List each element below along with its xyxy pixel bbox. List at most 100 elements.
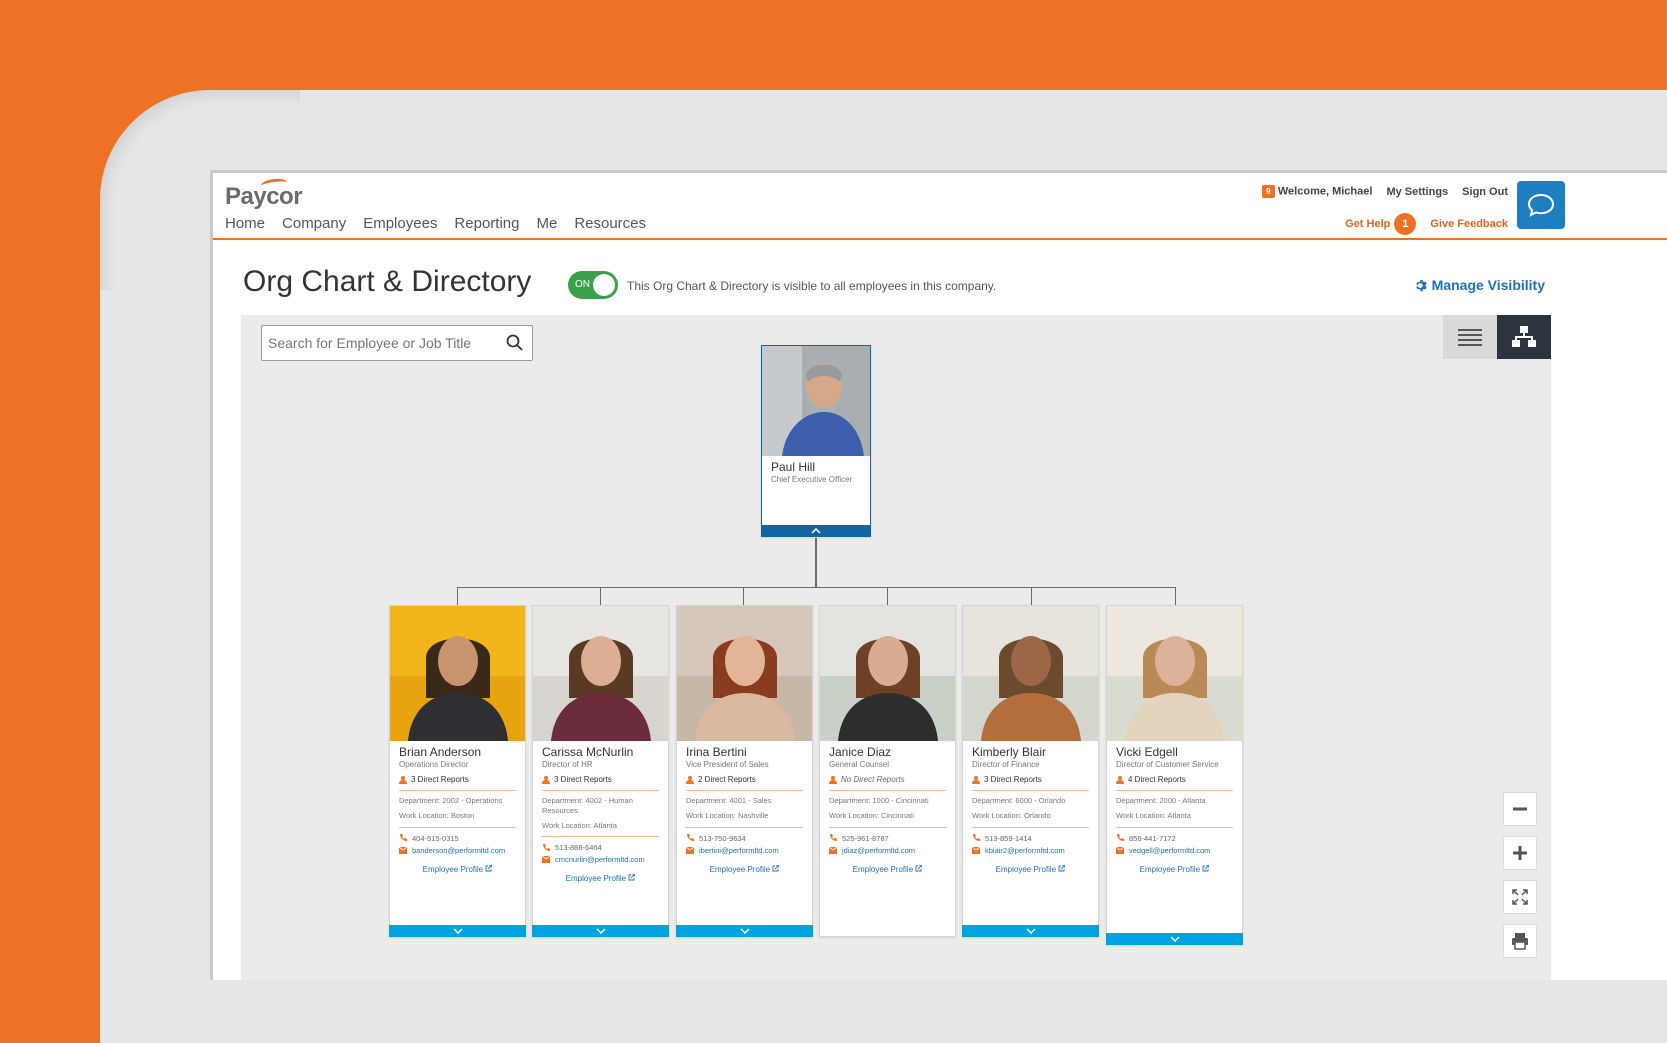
employee-card[interactable]: Brian Anderson Operations Director 3 Direc…	[389, 605, 526, 937]
nav-reporting[interactable]: Reporting	[454, 215, 519, 232]
employee-profile-link[interactable]: Employee Profile	[390, 855, 525, 874]
employee-email[interactable]: jdiaz@performltd.com	[820, 843, 955, 855]
zoom-out-button[interactable]	[1503, 792, 1537, 826]
direct-reports-count[interactable]: 3 Direct Reports	[963, 769, 1098, 784]
employee-card[interactable]: Carissa McNurlin Director of HR 3 Direct R…	[532, 605, 669, 937]
person-icon	[542, 775, 550, 784]
employee-photo	[820, 606, 955, 741]
tree-view-icon	[1512, 326, 1536, 347]
welcome-link[interactable]: 9 Welcome, Michael	[1261, 185, 1372, 198]
employee-profile-link[interactable]: Employee Profile	[1107, 855, 1242, 874]
chat-button[interactable]	[1517, 181, 1565, 229]
expand-button[interactable]	[532, 925, 669, 937]
my-settings-link[interactable]: My Settings	[1386, 186, 1448, 198]
employee-profile-link[interactable]: Employee Profile	[820, 855, 955, 874]
direct-reports-count[interactable]: 3 Direct Reports	[533, 769, 668, 784]
connector-drop-2	[600, 587, 601, 605]
direct-reports-count[interactable]: 2 Direct Reports	[677, 769, 812, 784]
fit-screen-button[interactable]	[1503, 880, 1537, 914]
manage-visibility-link[interactable]: Manage Visibility	[1415, 277, 1545, 293]
direct-reports-count[interactable]: 3 Direct Reports	[390, 769, 525, 784]
get-help-link[interactable]: Get Help 1	[1345, 213, 1417, 235]
chevron-down-icon	[1169, 936, 1180, 942]
employee-title: Vice President of Sales	[686, 760, 769, 769]
print-button[interactable]	[1503, 924, 1537, 958]
employee-phone[interactable]: 525-961-8787	[820, 828, 955, 843]
nav-company[interactable]: Company	[282, 215, 346, 232]
employee-email[interactable]: cmcnurlin@performltd.com	[533, 852, 668, 864]
ceo-title: Chief Executive Officer	[771, 475, 853, 484]
employee-name: Vicki Edgell	[1116, 745, 1178, 759]
employee-phone[interactable]: 513-859-1414	[963, 828, 1098, 843]
connector-horizontal	[457, 587, 1175, 588]
search-box	[261, 325, 533, 361]
employee-email[interactable]: ibertini@performltd.com	[677, 843, 812, 855]
tree-view-button[interactable]	[1497, 315, 1551, 359]
zoom-in-button[interactable]	[1503, 836, 1537, 870]
employee-title: Director of Finance	[972, 760, 1040, 769]
employee-card[interactable]: Irina Bertini Vice President of Sales 2 Di…	[676, 605, 813, 937]
employee-department: Department: 2000 - Atlanta	[1116, 796, 1206, 805]
employee-department: Department: 2002 - Operations	[399, 796, 503, 805]
connector-drop-3	[743, 587, 744, 605]
phone-icon	[543, 843, 550, 851]
paycor-logo[interactable]: Paycor	[225, 177, 303, 211]
app-screen: Paycor Home Company Employees Reporting …	[210, 170, 1667, 980]
person-icon	[1116, 775, 1124, 784]
employee-email[interactable]: kblair2@performltd.com	[963, 843, 1098, 855]
ceo-card[interactable]: Paul Hill Chief Executive Officer	[761, 345, 871, 537]
direct-reports-count[interactable]: 4 Direct Reports	[1107, 769, 1242, 784]
expand-button[interactable]	[389, 925, 526, 937]
employee-email[interactable]: vedgell@performltd.com	[1107, 843, 1242, 855]
employee-phone[interactable]: 513-888-6464	[533, 837, 668, 852]
employee-phone[interactable]: 856-441-7172	[1107, 828, 1242, 843]
person-icon	[686, 775, 694, 784]
search-icon[interactable]	[506, 334, 523, 351]
collapse-button[interactable]	[761, 525, 871, 537]
employee-card[interactable]: Janice Diaz General Counsel No Direct Repo…	[819, 605, 956, 937]
expand-button[interactable]	[676, 925, 813, 937]
employee-photo	[677, 606, 812, 741]
employee-profile-link[interactable]: Employee Profile	[963, 855, 1098, 874]
toggle-knob	[593, 274, 615, 296]
employee-photo	[1107, 606, 1242, 741]
nav-employees[interactable]: Employees	[363, 215, 437, 232]
org-chart-canvas[interactable]: Paul Hill Chief Executive Officer Brian …	[241, 315, 1551, 980]
employee-email[interactable]: banderson@performltd.com	[390, 843, 525, 855]
expand-button[interactable]	[1106, 933, 1243, 945]
visibility-toggle[interactable]: ON	[568, 271, 618, 299]
employee-title: General Counsel	[829, 760, 890, 769]
notification-icon[interactable]: 9	[1261, 185, 1275, 198]
chevron-down-icon	[739, 928, 750, 934]
nav-resources[interactable]: Resources	[574, 215, 646, 232]
nav-home[interactable]: Home	[225, 215, 265, 232]
phone-icon	[830, 834, 837, 841]
employee-profile-link[interactable]: Employee Profile	[533, 864, 668, 883]
external-link-icon	[1058, 864, 1066, 871]
employee-card[interactable]: Kimberly Blair Director of Finance 3 Direc…	[962, 605, 1099, 937]
nav-me[interactable]: Me	[536, 215, 557, 232]
employee-department: Department: 6000 - Orlando	[972, 796, 1066, 805]
mail-icon	[972, 846, 980, 854]
employee-phone[interactable]: 513-750-9634	[677, 828, 812, 843]
mail-icon	[1116, 846, 1124, 854]
phone-icon	[400, 834, 407, 841]
expand-button[interactable]	[962, 925, 1099, 937]
employee-profile-link[interactable]: Employee Profile	[677, 855, 812, 874]
employee-title: Operations Director	[399, 760, 469, 769]
list-view-button[interactable]	[1443, 315, 1497, 359]
employee-photo	[390, 606, 525, 741]
help-links: Get Help 1 Give Feedback	[1345, 213, 1508, 235]
give-feedback-link[interactable]: Give Feedback	[1430, 218, 1508, 230]
search-input[interactable]	[262, 326, 492, 360]
mail-icon	[399, 846, 407, 854]
sign-out-link[interactable]: Sign Out	[1462, 186, 1508, 198]
print-icon	[1512, 933, 1528, 950]
employee-phone[interactable]: 404-515-0315	[390, 828, 525, 843]
gear-icon	[1415, 279, 1427, 291]
employee-department: Department: 4001 - Sales	[686, 796, 772, 805]
person-icon	[399, 775, 407, 784]
employee-card[interactable]: Vicki Edgell Director of Customer Service…	[1106, 605, 1243, 945]
mail-icon	[829, 846, 837, 854]
mail-icon	[686, 846, 694, 854]
